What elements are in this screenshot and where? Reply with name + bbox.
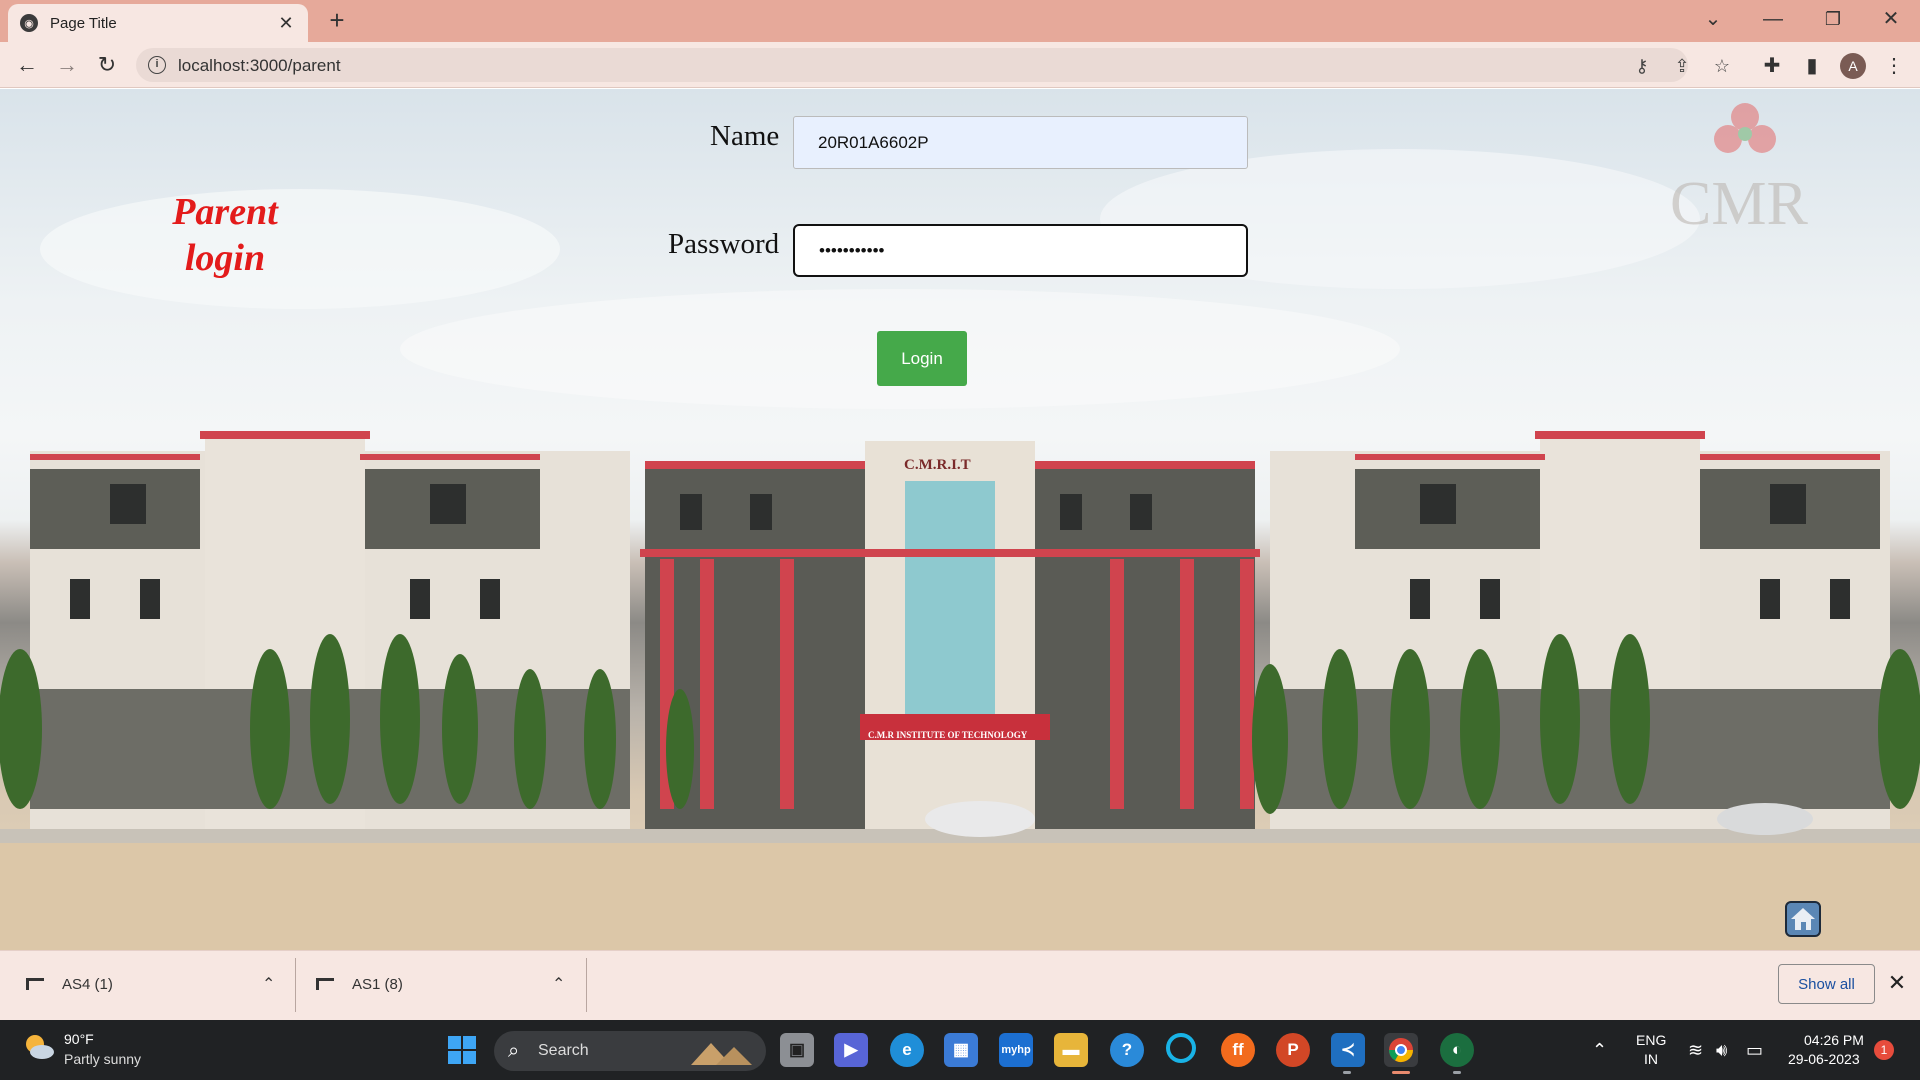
share-icon[interactable]: ⇪: [1670, 54, 1694, 78]
task-view-icon[interactable]: ▣: [780, 1033, 814, 1067]
kebab-menu-icon[interactable]: ⋮: [1880, 52, 1908, 80]
shelf-divider: [586, 958, 587, 1012]
heading-line-1: Parent: [172, 191, 278, 233]
open-app-indicator: [1343, 1071, 1351, 1074]
name-input[interactable]: [793, 116, 1248, 169]
wifi-icon[interactable]: ≋: [1688, 1040, 1703, 1061]
language-region[interactable]: IN: [1644, 1051, 1658, 1067]
file-icon: [316, 978, 334, 990]
file-icon: [26, 978, 44, 990]
chevron-up-icon[interactable]: ⌃: [552, 974, 565, 994]
login-button[interactable]: Login: [877, 331, 967, 386]
firefox-icon[interactable]: ff: [1221, 1033, 1255, 1067]
cmr-logo-text: CMR: [1670, 170, 1808, 238]
vscode-icon[interactable]: ≺: [1331, 1033, 1365, 1067]
myhp-icon[interactable]: myhp: [999, 1033, 1033, 1067]
download-item-label: AS4 (1): [62, 975, 113, 993]
key-icon[interactable]: ⚷: [1630, 54, 1654, 78]
bookmark-star-icon[interactable]: ☆: [1710, 54, 1734, 78]
close-tab-icon[interactable]: ✕: [276, 13, 296, 34]
windows-start-icon[interactable]: [448, 1036, 476, 1064]
profile-avatar[interactable]: A: [1840, 53, 1866, 79]
back-button[interactable]: ←: [12, 50, 42, 80]
heading-line-2: login: [184, 237, 266, 279]
site-info-icon[interactable]: i: [148, 56, 166, 74]
password-input[interactable]: [793, 224, 1248, 277]
tray-overflow-chevron-icon[interactable]: ⌃: [1592, 1040, 1607, 1061]
chrome-logo-icon: [1389, 1038, 1413, 1063]
password-label: Password: [668, 228, 780, 260]
url-text[interactable]: localhost:3000/parent: [178, 56, 341, 76]
get-help-icon[interactable]: ?: [1110, 1033, 1144, 1067]
clock-time[interactable]: 04:26 PM: [1804, 1032, 1864, 1048]
partly-sunny-icon[interactable]: [22, 1030, 56, 1064]
taskbar-search[interactable]: ⌕ Search: [494, 1031, 766, 1071]
open-app-indicator: [1453, 1071, 1461, 1074]
search-placeholder: Search: [538, 1042, 589, 1059]
home-icon: [1791, 908, 1815, 930]
reload-button[interactable]: ↻: [92, 50, 122, 80]
powerpoint-icon[interactable]: P: [1276, 1033, 1310, 1067]
new-tab-button[interactable]: +: [322, 6, 352, 36]
language-indicator[interactable]: ENG: [1636, 1032, 1666, 1048]
download-item[interactable]: AS4 (1) ⌃: [0, 950, 295, 1018]
weather-temperature[interactable]: 90°F: [64, 1031, 94, 1047]
home-button[interactable]: [1785, 901, 1821, 937]
building-sign-bottom: C.M.R INSTITUTE OF TECHNOLOGY: [868, 730, 1028, 740]
notification-badge[interactable]: 1: [1874, 1040, 1894, 1060]
chevron-up-icon[interactable]: ⌃: [262, 974, 275, 994]
cmr-watermark-logo: CMR: [1660, 99, 1830, 239]
edge-icon[interactable]: e: [890, 1033, 924, 1067]
download-item-label: AS1 (8): [352, 975, 403, 993]
tab-title: Page Title: [50, 14, 117, 32]
omnibox[interactable]: i localhost:3000/parent: [136, 48, 1688, 82]
active-app-indicator: [1392, 1071, 1410, 1074]
mongodb-compass-icon[interactable]: ◐: [1440, 1033, 1474, 1067]
parent-login-heading: Parent login: [130, 189, 320, 281]
building-sign-top: C.M.R.I.T: [904, 457, 971, 473]
extensions-puzzle-icon[interactable]: ✚: [1758, 52, 1786, 80]
cmr-flower-icon: [1714, 103, 1776, 153]
teams-chat-icon[interactable]: ▶: [834, 1033, 868, 1067]
volume-icon[interactable]: 🔊︎: [1716, 1040, 1727, 1061]
file-explorer-icon[interactable]: ▬: [1054, 1033, 1088, 1067]
browser-tab[interactable]: ◉ Page Title ✕: [8, 4, 308, 42]
clock-date[interactable]: 29-06-2023: [1788, 1051, 1860, 1067]
download-item[interactable]: AS1 (8) ⌃: [290, 950, 585, 1018]
tab-search-chevron-icon[interactable]: ⌄: [1688, 0, 1738, 40]
microsoft-store-icon[interactable]: ▦: [944, 1033, 978, 1067]
search-icon: ⌕: [508, 1040, 520, 1062]
restore-button[interactable]: ❐: [1808, 0, 1858, 40]
minimize-button[interactable]: —: [1748, 0, 1798, 40]
cortana-icon[interactable]: [1166, 1033, 1196, 1063]
battery-icon[interactable]: ▭: [1746, 1040, 1763, 1061]
forward-button[interactable]: →: [52, 50, 82, 80]
close-shelf-icon[interactable]: ✕: [1884, 970, 1910, 996]
close-window-button[interactable]: ✕: [1866, 0, 1916, 40]
search-highlight-pyramids-icon: [691, 1043, 752, 1065]
chrome-icon[interactable]: [1384, 1033, 1418, 1067]
name-label: Name: [710, 120, 780, 152]
weather-description[interactable]: Partly sunny: [64, 1051, 141, 1067]
side-panel-icon[interactable]: ▮: [1798, 52, 1826, 80]
show-all-button[interactable]: Show all: [1778, 964, 1875, 1004]
page-background: C.M.R.I.T C.M.R INSTITUTE OF TECHNOLOGY …: [0, 89, 1920, 950]
globe-icon: ◉: [20, 14, 38, 32]
